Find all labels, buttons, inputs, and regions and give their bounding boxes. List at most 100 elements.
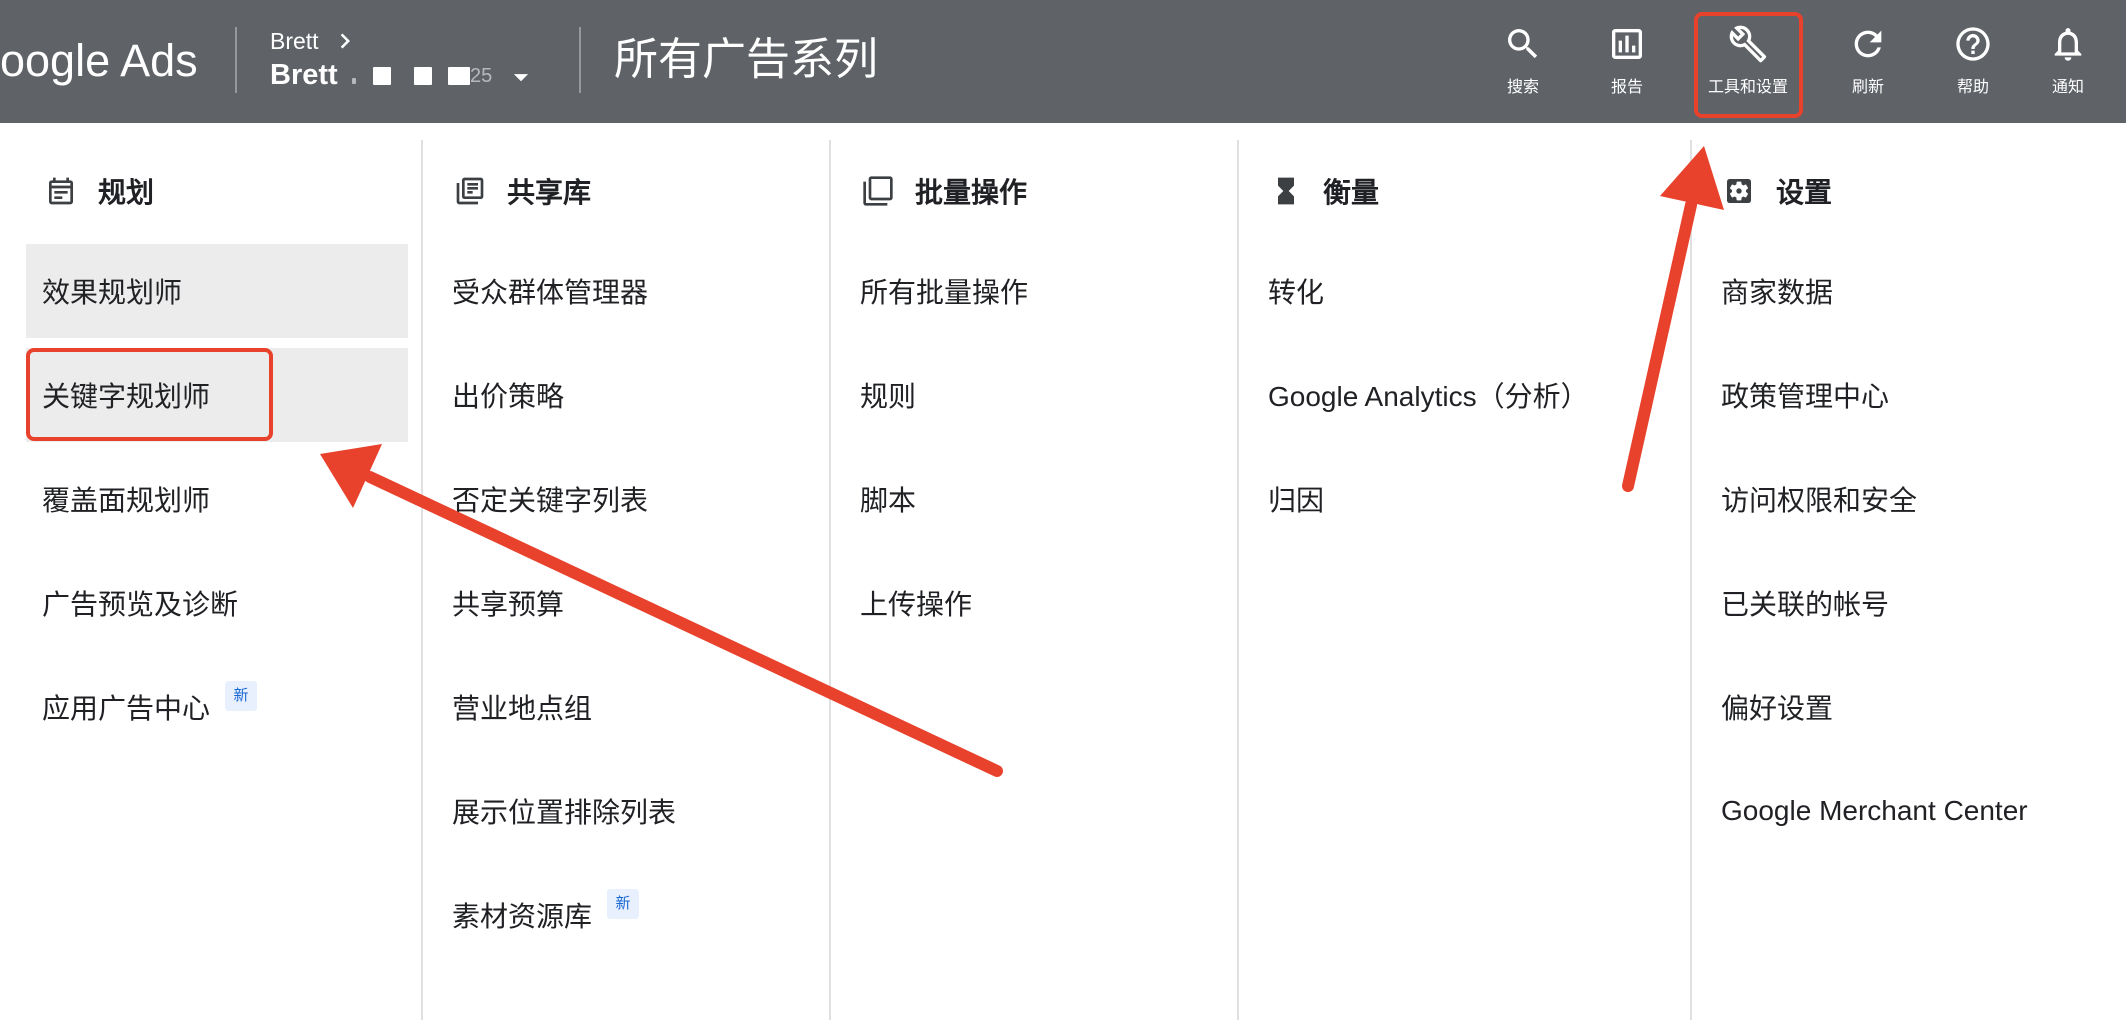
menu-item-preferences[interactable]: 偏好设置	[1705, 660, 2112, 754]
tools-and-settings-menu: 规划 效果规划师 关键字规划师 覆盖面规划师 广告预览及诊断 应用广告中心 新 …	[0, 123, 2126, 1020]
menu-item-label: 受众群体管理器	[452, 277, 649, 308]
bell-icon	[2013, 24, 2123, 64]
menu-item-label: 素材资源库	[452, 901, 593, 932]
menu-item-label: 偏好设置	[1721, 693, 1834, 724]
menu-item-label: 商家数据	[1721, 277, 1834, 308]
library-icon	[454, 175, 486, 207]
menu-item-label: Google Analytics（分析）	[1268, 381, 1589, 412]
menu-item-scripts[interactable]: 脚本	[844, 452, 1224, 546]
menu-item-access-and-security[interactable]: 访问权限和安全	[1705, 452, 2112, 546]
menu-item-label: 已关联的帐号	[1721, 589, 1890, 620]
refresh-icon	[1813, 24, 1923, 64]
help-label: 帮助	[1956, 79, 1989, 96]
account-selector-name[interactable]: Brett	[270, 58, 338, 92]
menu-item-audience-manager[interactable]: 受众群体管理器	[436, 244, 816, 338]
bar-chart-icon	[1572, 24, 1682, 64]
menu-column-setup: 设置 商家数据 政策管理中心 访问权限和安全 已关联的帐号 偏好设置 Googl…	[1691, 123, 2126, 1020]
calendar-icon	[45, 175, 77, 207]
menu-item-label: 归因	[1268, 485, 1325, 516]
tools-annotation-box	[1694, 12, 1803, 118]
help-icon	[1918, 24, 2028, 64]
google-ads-window: oogle Ads Brett Brett 25 所有广告系列 搜索 报告 工具…	[0, 0, 2126, 1020]
column-heading-label: 衡量	[1323, 177, 1380, 208]
copy-icon	[862, 175, 894, 207]
menu-item-keyword-planner[interactable]: 关键字规划师	[26, 348, 408, 442]
menu-item-label: 脚本	[860, 485, 917, 516]
redacted-account-id	[373, 67, 391, 85]
column-heading-label: 规划	[98, 177, 155, 208]
column-heading-setup: 设置	[1723, 171, 1832, 211]
menu-item-app-advertising-hub[interactable]: 应用广告中心 新	[26, 660, 408, 754]
notifications-button[interactable]: 通知	[2013, 24, 2123, 98]
menu-item-label: 营业地点组	[452, 693, 593, 724]
menu-item-label: 访问权限和安全	[1721, 485, 1918, 516]
menu-column-planning: 规划 效果规划师 关键字规划师 覆盖面规划师 广告预览及诊断 应用广告中心 新	[0, 123, 422, 1020]
settings-icon	[1723, 175, 1755, 207]
refresh-button[interactable]: 刷新	[1813, 24, 1923, 98]
menu-item-business-data[interactable]: 商家数据	[1705, 244, 2112, 338]
menu-item-conversions[interactable]: 转化	[1252, 244, 1677, 338]
menu-item-asset-library[interactable]: 素材资源库 新	[436, 868, 816, 962]
help-button[interactable]: 帮助	[1918, 24, 2028, 98]
menu-item-label: 广告预览及诊断	[42, 589, 239, 620]
header-divider	[579, 27, 581, 93]
redacted-account-id	[352, 78, 356, 84]
menu-item-negative-keyword-lists[interactable]: 否定关键字列表	[436, 452, 816, 546]
menu-item-google-merchant-center[interactable]: Google Merchant Center	[1705, 764, 2112, 858]
search-icon	[1468, 24, 1578, 64]
menu-item-label: 转化	[1268, 277, 1325, 308]
menu-item-label: 覆盖面规划师	[42, 485, 211, 516]
header-divider	[235, 27, 237, 93]
menu-column-measurement: 衡量 转化 Google Analytics（分析） 归因	[1238, 123, 1691, 1020]
menu-item-bid-strategies[interactable]: 出价策略	[436, 348, 816, 442]
menu-column-bulk-actions: 批量操作 所有批量操作 规则 脚本 上传操作	[830, 123, 1238, 1020]
account-id-suffix: 25	[470, 65, 493, 87]
keyword-planner-annotation-box	[26, 348, 273, 441]
menu-item-label: 上传操作	[860, 589, 973, 620]
search-button[interactable]: 搜索	[1468, 24, 1578, 98]
menu-item-linked-accounts[interactable]: 已关联的帐号	[1705, 556, 2112, 650]
menu-item-placement-exclusion-lists[interactable]: 展示位置排除列表	[436, 764, 816, 858]
menu-item-all-bulk-actions[interactable]: 所有批量操作	[844, 244, 1224, 338]
breadcrumb-parent[interactable]: Brett	[270, 27, 319, 55]
menu-item-label: 效果规划师	[42, 277, 183, 308]
reports-label: 报告	[1610, 79, 1643, 96]
column-heading-label: 批量操作	[915, 177, 1028, 208]
menu-item-uploads[interactable]: 上传操作	[844, 556, 1224, 650]
menu-column-shared-library: 共享库 受众群体管理器 出价策略 否定关键字列表 共享预算 营业地点组 展示位置…	[422, 123, 830, 1020]
account-dropdown-icon[interactable]	[504, 60, 538, 94]
menu-item-list: 商家数据 政策管理中心 访问权限和安全 已关联的帐号 偏好设置 Google M…	[1705, 244, 2112, 868]
menu-item-rules[interactable]: 规则	[844, 348, 1224, 442]
new-badge: 新	[225, 681, 258, 711]
menu-item-shared-budgets[interactable]: 共享预算	[436, 556, 816, 650]
menu-item-performance-planner[interactable]: 效果规划师	[26, 244, 408, 338]
menu-item-label: 展示位置排除列表	[452, 797, 677, 828]
column-heading-shared-library: 共享库	[454, 171, 591, 211]
search-label: 搜索	[1506, 79, 1539, 96]
refresh-label: 刷新	[1851, 79, 1884, 96]
menu-item-label: 规则	[860, 381, 917, 412]
column-heading-measurement: 衡量	[1270, 171, 1379, 211]
menu-item-attribution[interactable]: 归因	[1252, 452, 1677, 546]
menu-item-label: 出价策略	[452, 381, 565, 412]
menu-item-location-groups[interactable]: 营业地点组	[436, 660, 816, 754]
column-heading-planning: 规划	[45, 171, 154, 211]
menu-item-policy-manager[interactable]: 政策管理中心	[1705, 348, 2112, 442]
notifications-label: 通知	[2051, 79, 2084, 96]
menu-item-label: Google Merchant Center	[1721, 795, 2028, 826]
menu-item-label: 共享预算	[452, 589, 565, 620]
menu-item-label: 应用广告中心	[42, 693, 211, 724]
menu-item-reach-planner[interactable]: 覆盖面规划师	[26, 452, 408, 546]
menu-item-google-analytics[interactable]: Google Analytics（分析）	[1252, 348, 1677, 442]
menu-item-label: 否定关键字列表	[452, 485, 649, 516]
menu-item-ad-preview-diagnosis[interactable]: 广告预览及诊断	[26, 556, 408, 650]
menu-item-list: 受众群体管理器 出价策略 否定关键字列表 共享预算 营业地点组 展示位置排除列表…	[436, 244, 816, 972]
column-heading-label: 设置	[1776, 177, 1833, 208]
top-app-bar: oogle Ads Brett Brett 25 所有广告系列 搜索 报告 工具…	[0, 0, 2126, 123]
google-ads-logo[interactable]: oogle Ads	[0, 36, 198, 86]
reports-button[interactable]: 报告	[1572, 24, 1682, 98]
chevron-right-icon	[330, 26, 360, 56]
menu-item-list: 所有批量操作 规则 脚本 上传操作	[844, 244, 1224, 660]
page-title: 所有广告系列	[614, 35, 878, 84]
menu-item-label: 所有批量操作	[860, 277, 1029, 308]
